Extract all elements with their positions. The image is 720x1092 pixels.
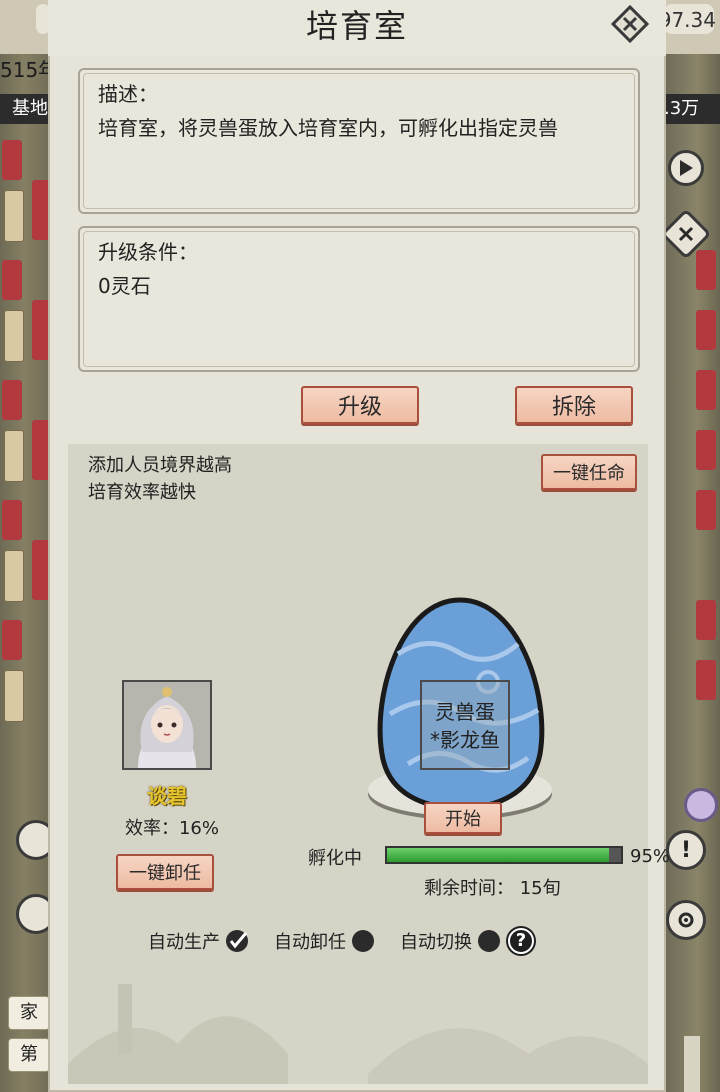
toggle-off-icon[interactable] xyxy=(352,930,374,952)
building xyxy=(696,250,716,290)
building xyxy=(4,190,24,242)
building xyxy=(2,380,22,420)
building xyxy=(696,660,716,700)
egg-beast-name: *影龙鱼 xyxy=(430,728,500,752)
question-icon[interactable]: ? xyxy=(508,928,534,954)
assignment-area: 添加人员境界越高 培育效率越快 一键任命 谈碧 效率：16% 一键卸任 灵兽蛋 … xyxy=(68,444,670,1084)
building xyxy=(2,500,22,540)
upgrade-button[interactable]: 升级 xyxy=(301,386,419,424)
upgrade-condition-box: 升级条件： 0灵石 xyxy=(78,226,640,372)
auto-dismiss-toggle[interactable]: 自动卸任 xyxy=(274,928,374,954)
demolish-button[interactable]: 拆除 xyxy=(515,386,633,424)
hint-line-1: 添加人员境界越高 xyxy=(88,455,232,476)
hatching-label: 孵化中 xyxy=(308,848,362,869)
appoint-all-button[interactable]: 一键任命 xyxy=(541,454,637,490)
hatching-progress-bar xyxy=(385,846,623,864)
building xyxy=(696,310,716,350)
hatching-percent: 95% xyxy=(630,846,671,867)
close-icon xyxy=(610,4,650,44)
hint-text: 添加人员境界越高 培育效率越快 xyxy=(88,452,232,506)
check-icon[interactable] xyxy=(226,930,248,952)
resource-amount: .3万 xyxy=(658,94,720,124)
scrollbar[interactable] xyxy=(684,1036,700,1092)
exclamation-icon[interactable]: ! xyxy=(666,830,706,870)
auto-switch-toggle[interactable]: 自动切换 ? xyxy=(400,928,534,954)
base-label[interactable]: 基地 xyxy=(0,94,52,124)
auto-dismiss-label: 自动卸任 xyxy=(274,932,346,953)
building xyxy=(4,310,24,362)
auto-switch-label: 自动切换 xyxy=(400,932,472,953)
description-text: 培育室，将灵兽蛋放入培育室内，可孵化出指定灵兽 xyxy=(98,116,558,140)
building xyxy=(2,620,22,660)
building xyxy=(4,550,24,602)
auto-produce-toggle[interactable]: 自动生产 xyxy=(148,928,248,954)
play-icon[interactable] xyxy=(668,150,704,186)
upgrade-cost: 0灵石 xyxy=(98,274,151,298)
egg-type: 灵兽蛋 xyxy=(435,700,495,724)
staff-portrait[interactable] xyxy=(122,680,212,770)
tab-family[interactable]: 家 xyxy=(8,996,50,1030)
upgrade-header: 升级条件： xyxy=(98,240,198,264)
description-header: 描述： xyxy=(98,82,158,106)
title-bar: 培育室 xyxy=(48,0,666,56)
auto-toggles: 自动生产 自动卸任 自动切换 ? xyxy=(148,928,534,954)
building xyxy=(696,430,716,470)
remaining-time: 剩余时间： 15旬 xyxy=(424,878,561,899)
egg-slot[interactable]: 灵兽蛋 *影龙鱼 xyxy=(420,680,510,770)
building xyxy=(696,370,716,410)
hint-line-2: 培育效率越快 xyxy=(88,482,196,503)
hatching-progress-fill xyxy=(387,848,610,862)
start-button[interactable]: 开始 xyxy=(424,802,502,834)
close-button[interactable] xyxy=(610,4,650,44)
dialog-title: 培育室 xyxy=(305,7,408,45)
dismiss-all-button[interactable]: 一键卸任 xyxy=(116,854,214,890)
nursery-dialog: 培育室 描述： 培育室，将灵兽蛋放入培育室内，可孵化出指定灵兽 升级条件： 0灵… xyxy=(48,0,670,1092)
avatar xyxy=(124,682,210,768)
resource-value: 97.34 xyxy=(658,8,716,32)
building xyxy=(696,600,716,640)
building xyxy=(696,490,716,530)
avatar-icon[interactable] xyxy=(684,788,718,822)
staff-name: 谈碧 xyxy=(147,784,187,808)
toggle-off-icon[interactable] xyxy=(478,930,500,952)
building xyxy=(4,670,24,722)
tab-level[interactable]: 第 xyxy=(8,1038,50,1072)
auto-produce-label: 自动生产 xyxy=(148,932,220,953)
description-box: 描述： 培育室，将灵兽蛋放入培育室内，可孵化出指定灵兽 xyxy=(78,68,640,214)
building xyxy=(2,260,22,300)
building xyxy=(4,430,24,482)
building xyxy=(2,140,22,180)
staff-efficiency: 效率：16% xyxy=(124,818,219,839)
gear-icon[interactable] xyxy=(666,900,706,940)
